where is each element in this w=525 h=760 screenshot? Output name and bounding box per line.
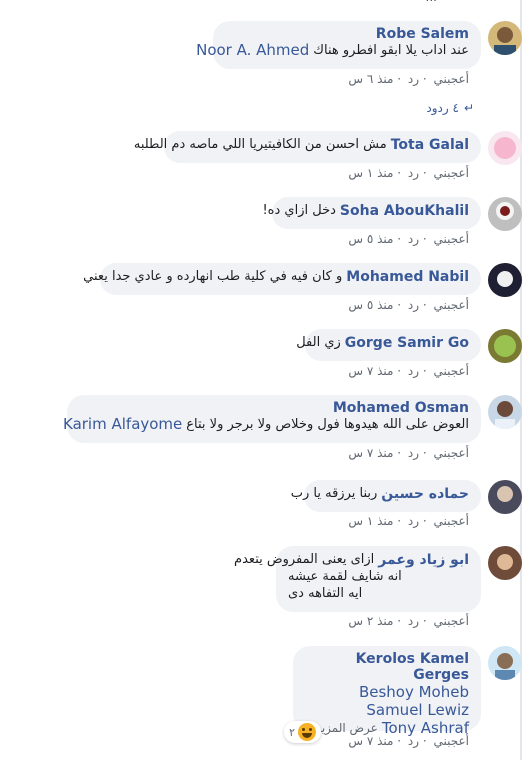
- reply-button[interactable]: رد: [408, 514, 419, 528]
- comment-text-body: دخل ازاي ده!: [262, 203, 336, 218]
- like-button[interactable]: أعجبني: [434, 364, 469, 378]
- timestamp[interactable]: منذ ٧ س: [348, 446, 393, 460]
- comment-text: العوض على الله هيدوها فول وخلاص ولا برجر…: [63, 416, 469, 433]
- reply-button[interactable]: رد: [408, 166, 419, 180]
- comment-line-2: انه شايف لقمة عيشه: [288, 569, 402, 584]
- mention-link[interactable]: Karim Alfayome: [63, 416, 182, 433]
- comment-text-body: مش احسن من الكافيتيريا اللي ماصه دم الطل…: [133, 137, 387, 152]
- like-button[interactable]: أعجبني: [434, 166, 469, 180]
- comment-bubble: ابو زياد وعمر ازاى يعنى المفروض يتعدم ان…: [234, 546, 481, 612]
- reply-button[interactable]: رد: [408, 364, 419, 378]
- reply-button[interactable]: رد: [408, 446, 419, 460]
- avatar[interactable]: [488, 329, 522, 363]
- comment-bubble: Tota Galal مش احسن من الكافيتيريا اللي م…: [134, 131, 481, 163]
- comment-text: عند اداب يلا ابقو افطرو هناك Noor A. Ahm…: [196, 42, 469, 59]
- comment-line-3: ايه التفاهه دى: [288, 586, 363, 601]
- reply-button[interactable]: رد: [408, 72, 419, 86]
- previous-comment-fragment: ...: [426, 0, 437, 4]
- avatar[interactable]: [488, 197, 522, 231]
- comment-content: Gorge Samir Go زي الفل: [296, 334, 469, 351]
- comment-author[interactable]: Tota Galal: [391, 137, 469, 153]
- comment-author[interactable]: ابو زياد وعمر: [378, 552, 469, 568]
- timestamp[interactable]: منذ ٧ س: [348, 364, 393, 378]
- comment-meta: أعجبني · رد · منذ ٦ س: [348, 72, 469, 86]
- comment-author[interactable]: Soha AbouKhalil: [340, 203, 469, 219]
- comment-meta: أعجبني · رد · منذ ٢ س: [348, 614, 469, 628]
- mention-link[interactable]: Samuel Lewiz: [305, 701, 469, 719]
- comment-author[interactable]: Mohamed Nabil: [346, 269, 469, 285]
- like-button[interactable]: أعجبني: [434, 614, 469, 628]
- timestamp[interactable]: منذ ٧ س: [348, 734, 393, 748]
- avatar[interactable]: [488, 480, 522, 514]
- comment-text-body: ازاى يعنى المفروض يتعدم: [234, 552, 375, 567]
- comment-author[interactable]: حماده حسين: [381, 486, 469, 502]
- timestamp[interactable]: منذ ٢ س: [348, 614, 393, 628]
- avatar[interactable]: [488, 546, 522, 580]
- comment-meta: أعجبني · رد · منذ ١ س: [348, 514, 469, 528]
- comment-bubble: Mohamed Osman العوض على الله هيدوها فول …: [63, 395, 481, 443]
- comment-bubble: حماده حسين ربنا يرزقه يا رب: [291, 480, 481, 512]
- reaction-count: ٢: [289, 725, 295, 739]
- timestamp[interactable]: منذ ٥ س: [348, 298, 393, 312]
- comment-meta: أعجبني · رد · منذ ٥ س: [348, 298, 469, 312]
- reply-button[interactable]: رد: [408, 232, 419, 246]
- reaction-badge[interactable]: ٢: [284, 721, 321, 743]
- comment-bubble: Gorge Samir Go زي الفل: [296, 329, 481, 361]
- timestamp[interactable]: منذ ٦ س: [348, 72, 393, 86]
- reply-arrow-icon: ↵: [463, 101, 474, 115]
- comment-text-body: ربنا يرزقه يا رب: [290, 486, 378, 501]
- thread-line: [520, 0, 522, 760]
- mention-link[interactable]: Beshoy Moheb: [305, 683, 469, 701]
- avatar[interactable]: [488, 21, 522, 55]
- comment-bubble: Kerolos Kamel Gerges Beshoy Moheb Samuel…: [293, 646, 481, 737]
- reply-button[interactable]: رد: [408, 298, 419, 312]
- comment-bubble: Soha AbouKhalil دخل ازاي ده!: [262, 197, 481, 229]
- like-button[interactable]: أعجبني: [434, 734, 469, 748]
- avatar[interactable]: [488, 263, 522, 297]
- comment-meta: أعجبني · رد · منذ ٧ س: [348, 364, 469, 378]
- comment-bubble: Robe Salem عند اداب يلا ابقو افطرو هناك …: [196, 21, 481, 69]
- comment-text-body: العوض على الله هيدوها فول وخلاص ولا برجر…: [186, 417, 469, 432]
- reply-button[interactable]: رد: [408, 614, 419, 628]
- timestamp[interactable]: منذ ١ س: [348, 514, 393, 528]
- like-button[interactable]: أعجبني: [434, 232, 469, 246]
- comment-line-1: ابو زياد وعمر ازاى يعنى المفروض يتعدم: [234, 551, 469, 568]
- avatar[interactable]: [488, 131, 522, 165]
- comment-text-body: عند اداب يلا ابقو افطرو هناك: [313, 43, 469, 58]
- comment-author[interactable]: Gorge Samir Go: [345, 335, 469, 351]
- comment-content: Soha AbouKhalil دخل ازاي ده!: [262, 202, 469, 219]
- view-replies-link[interactable]: ↵ ٤ ردود: [426, 101, 474, 115]
- comment-meta: أعجبني · رد · منذ ٥ س: [348, 232, 469, 246]
- comment-author[interactable]: Kerolos Kamel Gerges: [305, 651, 469, 683]
- like-button[interactable]: أعجبني: [434, 514, 469, 528]
- like-button[interactable]: أعجبني: [434, 446, 469, 460]
- avatar[interactable]: [488, 395, 522, 429]
- comment-content: Tota Galal مش احسن من الكافيتيريا اللي م…: [134, 136, 469, 153]
- comment-text-body: زي الفل: [296, 335, 341, 350]
- reply-button[interactable]: رد: [408, 734, 419, 748]
- like-button[interactable]: أعجبني: [434, 72, 469, 86]
- replies-count[interactable]: ٤ ردود: [426, 101, 459, 115]
- comment-author[interactable]: Mohamed Osman: [79, 400, 469, 416]
- like-button[interactable]: أعجبني: [434, 298, 469, 312]
- comment-content: حماده حسين ربنا يرزقه يا رب: [291, 485, 469, 502]
- timestamp[interactable]: منذ ٥ س: [348, 232, 393, 246]
- timestamp[interactable]: منذ ١ س: [348, 166, 393, 180]
- comment-author[interactable]: Robe Salem: [225, 26, 469, 42]
- comment-meta: أعجبني · رد · منذ ٧ س: [348, 446, 469, 460]
- comment-bubble: Mohamed Nabil و كان فيه في كلية طب انهار…: [83, 263, 481, 295]
- comment-meta: أعجبني · رد · منذ ٧ س: [348, 734, 469, 748]
- haha-emoji-icon: [298, 723, 316, 741]
- comment-content: Mohamed Nabil و كان فيه في كلية طب انهار…: [83, 268, 469, 285]
- avatar[interactable]: [488, 646, 522, 680]
- comment-text-body: و كان فيه في كلية طب انهارده و عادي جدا …: [83, 269, 343, 284]
- comment-meta: أعجبني · رد · منذ ١ س: [348, 166, 469, 180]
- mention-link[interactable]: Noor A. Ahmed: [196, 42, 309, 59]
